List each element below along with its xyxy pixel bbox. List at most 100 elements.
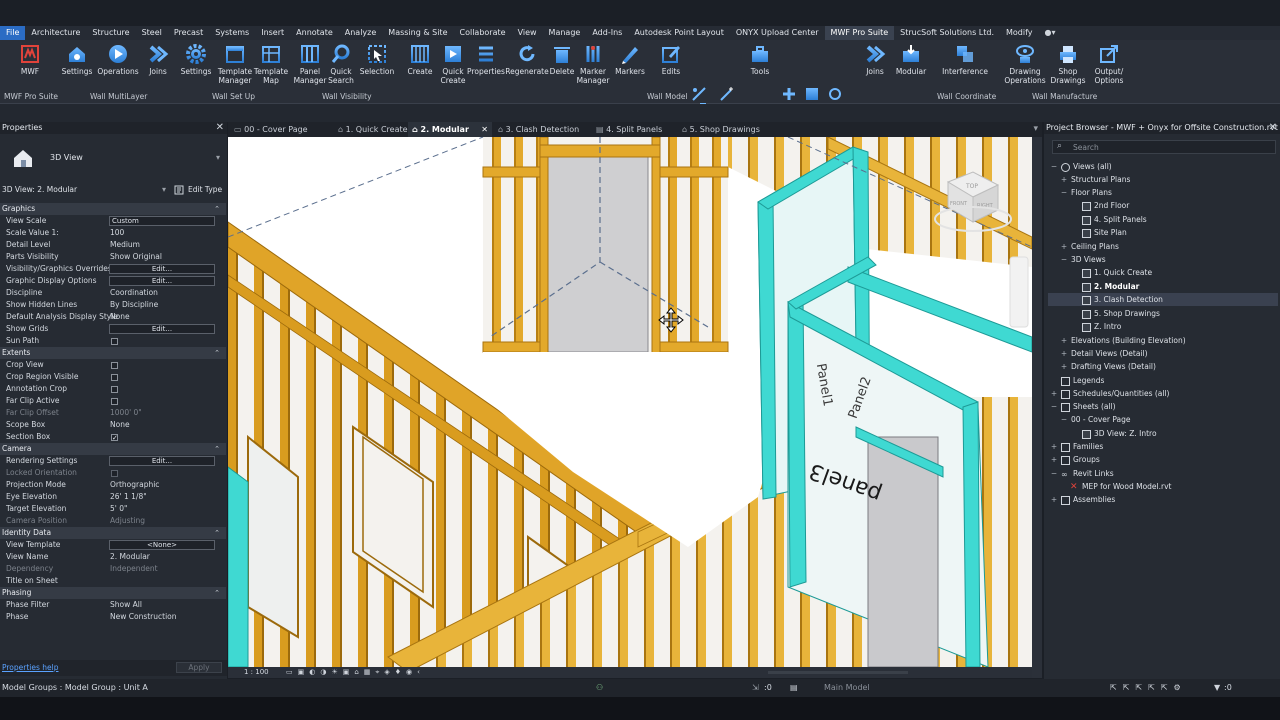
tab-cover-page[interactable]: ▭ 00 - Cover Page — [230, 122, 332, 137]
row-hidden-lines[interactable]: Show Hidden Lines By Discipline — [0, 299, 226, 311]
view-template-button[interactable]: <None> — [109, 540, 215, 550]
add-stud-icon[interactable] — [780, 85, 798, 103]
tree-z-intro[interactable]: Z. Intro — [1082, 321, 1121, 333]
tree-clash-detection[interactable]: 3. Clash Detection — [1082, 294, 1163, 306]
properties-button[interactable]: Properties — [466, 43, 506, 76]
tree-legends[interactable]: Legends — [1050, 375, 1104, 387]
menu-architecture[interactable]: Architecture — [25, 26, 86, 40]
viewcube-top[interactable]: TOP — [965, 183, 978, 190]
mwf-button[interactable]: MWF — [10, 43, 50, 76]
tab-clash-detection[interactable]: ⌂ 3. Clash Detection — [494, 122, 592, 137]
menu-file[interactable]: File — [0, 26, 26, 40]
tree-shop-drawings[interactable]: 5. Shop Drawings — [1082, 308, 1160, 320]
output-options-button[interactable]: Output/ Options — [1089, 43, 1129, 85]
crop-region-checkbox[interactable] — [111, 374, 118, 381]
view-selector[interactable]: 3D View: 2. Modular — [2, 184, 170, 196]
drawing-operations-button[interactable]: Drawing Operations — [1004, 43, 1046, 85]
tree-2nd-floor[interactable]: 2nd Floor — [1082, 200, 1129, 212]
row-scope-box[interactable]: Scope Box None — [0, 419, 226, 431]
tree-schedules[interactable]: + Schedules/Quantities (all) — [1050, 388, 1169, 400]
tree-drafting-views[interactable]: + Drafting Views (Detail) — [1060, 361, 1156, 373]
tree-split-panels[interactable]: 4. Split Panels — [1082, 214, 1147, 226]
row-detail-level[interactable]: Detail Level Medium — [0, 239, 226, 251]
show-grids-edit-button[interactable]: Edit... — [109, 324, 215, 334]
operations-button[interactable]: Operations — [97, 43, 139, 76]
section-phasing[interactable]: Phasing ⌃ — [0, 587, 226, 599]
rendering-edit-button[interactable]: Edit... — [109, 456, 215, 466]
row-projection[interactable]: Projection Mode Orthographic — [0, 479, 226, 491]
menu-structure[interactable]: Structure — [86, 26, 135, 40]
template-manager-button[interactable]: Template Manager — [215, 43, 255, 85]
properties-help-link[interactable]: Properties help — [2, 663, 59, 672]
chevron-down-icon[interactable]: ▾ — [162, 184, 166, 196]
tree-modular[interactable]: 2. Modular — [1082, 281, 1139, 293]
tree-sheets[interactable]: − Sheets (all) — [1050, 401, 1116, 413]
view-control-icons[interactable]: ▭▣◐◑☀▣⌂▦⌖◈♦◉‹ — [286, 667, 425, 678]
section-graphics[interactable]: Graphics ⌃ — [0, 203, 226, 215]
tree-3d-views[interactable]: −3D Views — [1060, 254, 1106, 266]
regenerate-button[interactable]: Regenerate — [505, 43, 549, 76]
interference-button[interactable]: Interference — [942, 43, 988, 76]
selection-filter-icons[interactable]: ⇱⇱⇱⇱⇱⚙ — [1110, 679, 1187, 697]
horizontal-scrollbar[interactable] — [768, 671, 908, 674]
tools-button[interactable]: Tools — [740, 43, 780, 76]
menu-insert[interactable]: Insert — [255, 26, 290, 40]
tree-detail-views[interactable]: + Detail Views (Detail) — [1060, 348, 1148, 360]
marker-manager-button[interactable]: Marker Manager — [573, 43, 613, 85]
crop-view-checkbox[interactable] — [111, 362, 118, 369]
framing-model[interactable]: panel3 Panel2 Panel1 TOP FRONT RIGHT — [228, 137, 1032, 667]
main-model-dropdown[interactable]: Main Model — [806, 679, 956, 697]
tab-overflow-icon[interactable]: ▾ — [1033, 124, 1038, 134]
menu-precast[interactable]: Precast — [168, 26, 209, 40]
tree-revit-links[interactable]: − ∞ Revit Links — [1050, 468, 1114, 480]
settings-multilayer-button[interactable]: Settings — [57, 43, 97, 76]
tree-structural-plans[interactable]: + Structural Plans — [1060, 174, 1131, 186]
shop-drawings-button[interactable]: Shop Drawings — [1048, 43, 1088, 85]
selection-button[interactable]: Selection — [357, 43, 397, 76]
menu-collaborate[interactable]: Collaborate — [454, 26, 512, 40]
menu-annotate[interactable]: Annotate — [290, 26, 339, 40]
close-icon[interactable]: ✕ — [216, 122, 224, 134]
tree-site-plan[interactable]: Site Plan — [1082, 227, 1127, 239]
menu-modify[interactable]: Modify — [1000, 26, 1039, 40]
tree-assemblies[interactable]: + Assemblies — [1050, 494, 1115, 506]
annotation-crop-checkbox[interactable] — [111, 386, 118, 393]
row-eye-elevation[interactable]: Eye Elevation 26' 1 1/8" — [0, 491, 226, 503]
tree-views-all[interactable]: − Views (all) — [1050, 161, 1112, 173]
tab-split-panels[interactable]: ▤ 4. Split Panels — [592, 122, 678, 137]
joins-multilayer-button[interactable]: Joins — [138, 43, 178, 76]
markers-button[interactable]: Markers — [610, 43, 650, 76]
section-camera[interactable]: Camera ⌃ — [0, 443, 226, 455]
menu-steel[interactable]: Steel — [136, 26, 168, 40]
section-box-checkbox[interactable] — [111, 432, 118, 444]
menu-view[interactable]: View — [512, 26, 543, 40]
modular-button[interactable]: Modular — [891, 43, 931, 76]
tree-mep-link[interactable]: ✕ MEP for Wood Model.rvt — [1070, 481, 1171, 493]
viewcube-front[interactable]: FRONT — [950, 201, 968, 207]
sun-path-checkbox[interactable] — [111, 338, 118, 345]
menu-add-ins[interactable]: Add-Ins — [586, 26, 628, 40]
graphic-display-edit-button[interactable]: Edit... — [109, 276, 215, 286]
tree-groups[interactable]: + Groups — [1050, 454, 1100, 466]
settings-setup-button[interactable]: Settings — [176, 43, 216, 76]
row-parts-visibility[interactable]: Parts Visibility Show Original — [0, 251, 226, 263]
move-stud-icon[interactable] — [803, 85, 821, 103]
row-target-elevation[interactable]: Target Elevation 5' 0" — [0, 503, 226, 515]
menu-manage[interactable]: Manage — [543, 26, 587, 40]
editable-icon[interactable]: ⇲ — [752, 679, 759, 697]
tree-sheet-3d-view[interactable]: 3D View: Z. Intro — [1082, 428, 1157, 440]
row-phase-filter[interactable]: Phase Filter Show All — [0, 599, 226, 611]
menu-onyx-upload[interactable]: ONYX Upload Center — [730, 26, 825, 40]
menu-analyze[interactable]: Analyze — [339, 26, 383, 40]
close-icon[interactable]: ✕ — [1269, 122, 1277, 134]
edit-type-icon[interactable] — [174, 185, 184, 195]
vg-edit-button[interactable]: Edit... — [109, 264, 215, 274]
row-view-name[interactable]: View Name 2. Modular — [0, 551, 226, 563]
menu-strucsoft[interactable]: StrucSoft Solutions Ltd. — [894, 26, 1000, 40]
quick-search-button[interactable]: Quick Search — [321, 43, 361, 85]
row-title-on-sheet[interactable]: Title on Sheet — [0, 575, 226, 587]
3d-viewport[interactable]: panel3 Panel2 Panel1 TOP FRONT RIGHT — [228, 137, 1032, 667]
row-analysis-style[interactable]: Default Analysis Display Style None — [0, 311, 226, 323]
type-dropdown-icon[interactable]: ▾ — [216, 153, 220, 162]
menu-point-layout[interactable]: Autodesk Point Layout — [628, 26, 730, 40]
